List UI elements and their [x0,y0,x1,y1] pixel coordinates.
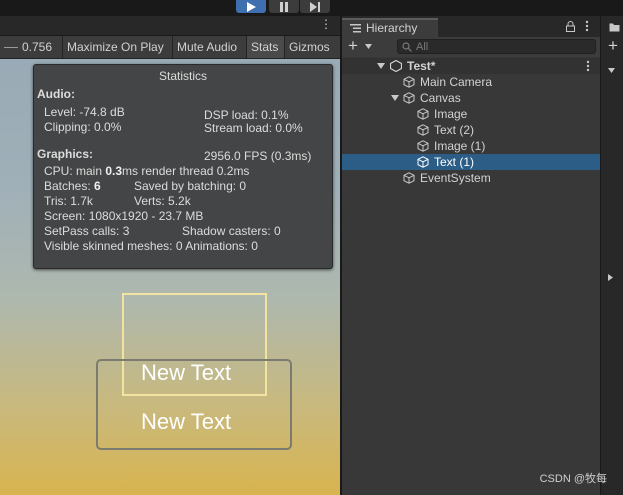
pause-button[interactable] [269,0,299,13]
game-tab-bar: ⋮ [0,16,340,35]
unity-scene-icon [390,60,402,72]
audio-header: Audio: [37,87,75,101]
setpass-calls: SetPass calls: 3 [44,224,130,238]
audio-clipping: Clipping: 0.0% [44,120,122,134]
item-label: Text (2) [434,123,475,137]
scale-value: 0.756 [22,40,53,54]
gameobject-cube-icon [403,172,415,184]
item-label: Image (1) [434,139,486,153]
canvas-new-text: New Text [141,409,232,434]
gameobject-cube-icon [417,156,429,168]
project-panel-edge: + [600,16,623,495]
item-label: Text (1) [434,155,475,169]
watermark: CSDN @牧每 [539,473,607,485]
lock-icon[interactable] [566,21,575,32]
hierarchy-item-image-1[interactable]: Image (1) [342,138,600,154]
audio-level: Level: -74.8 dB [44,105,125,119]
gameobject-cube-icon [403,76,415,88]
stats-button[interactable]: Stats [246,36,284,58]
item-label: EventSystem [420,171,491,185]
gameobject-cube-icon [403,92,415,104]
gameobject-cube-icon [417,108,429,120]
hierarchy-item-main-camera[interactable]: Main Camera [342,74,600,90]
cpu-prefix: CPU: main [44,164,106,178]
hierarchy-item-canvas[interactable]: Canvas [342,90,600,106]
mute-audio-button[interactable]: Mute Audio [172,36,246,58]
tris-stat: Tris: 1.7k [44,194,93,208]
play-icon [247,1,256,12]
hierarchy-item-image[interactable]: Image [342,106,600,122]
hierarchy-item-text-1[interactable]: Text (1) [342,154,600,170]
scene-name: Test* [407,59,436,73]
hierarchy-search-input[interactable]: All [397,39,596,54]
item-label: Image [434,107,468,121]
search-icon [402,42,412,52]
step-icon [310,1,320,12]
saved-by-batching: Saved by batching: 0 [134,179,247,193]
gizmos-button[interactable]: Gizmos [284,36,340,58]
gameobject-cube-icon [417,140,429,152]
search-placeholder: All [416,41,429,53]
expand-arrow-icon[interactable] [608,68,615,73]
play-toolbar [0,0,623,16]
batches-value: 6 [94,179,101,193]
shadow-casters: Shadow casters: 0 [182,224,281,238]
folder-icon[interactable] [609,22,620,32]
expand-arrow-icon[interactable] [377,63,385,69]
canvas-new-text: New Text [141,360,232,385]
item-label: Canvas [420,91,461,105]
verts-stat: Verts: 5.2k [134,194,191,208]
cpu-stats: CPU: main 0.3ms render thread 0.2ms [44,164,249,178]
chevron-down-icon[interactable] [365,44,372,49]
scale-slider[interactable]: 0.756 [0,36,62,58]
list-icon [350,24,361,33]
step-button[interactable] [300,0,330,13]
item-label: Main Camera [420,75,493,89]
stream-load: Stream load: 0.0% [204,121,303,135]
add-icon[interactable]: + [608,36,618,56]
collapse-arrow-icon[interactable] [608,274,613,281]
hierarchy-tab-label: Hierarchy [366,21,418,35]
scale-slider-track [4,47,18,49]
expand-arrow-icon[interactable] [391,95,399,101]
tab-hierarchy[interactable]: Hierarchy [342,18,438,37]
batches-stat: Batches: 6 [44,179,101,193]
graphics-header: Graphics: [37,147,94,161]
game-view-toolbar: 0.756 Maximize On Play Mute Audio Stats … [0,36,340,59]
screen-stat: Screen: 1080x1920 - 23.7 MB [44,209,204,223]
more-menu-icon[interactable] [585,20,589,32]
scene-row[interactable]: Test* [342,58,600,74]
cpu-suffix: ms render thread 0.2ms [122,164,250,178]
hierarchy-tab-bar: Hierarchy [342,16,600,37]
skinned-meshes-stat: Visible skinned meshes: 0 Animations: 0 [44,239,258,253]
statistics-title: Statistics [158,69,207,83]
more-menu-icon[interactable]: ⋮ [320,17,332,31]
fps-value: 2956.0 FPS (0.3ms) [204,149,312,163]
cpu-main-value: 0.3 [105,164,123,178]
hierarchy-item-eventsystem[interactable]: EventSystem [342,170,600,186]
add-button[interactable]: + [348,36,358,56]
batches-label: Batches: [44,179,95,193]
dsp-load: DSP load: 0.1% [204,108,289,122]
more-menu-icon[interactable] [586,60,590,72]
play-button[interactable] [236,0,266,13]
pause-icon [280,1,288,12]
maximize-on-play-button[interactable]: Maximize On Play [62,36,172,58]
gameobject-cube-icon [417,124,429,136]
hierarchy-item-text-2[interactable]: Text (2) [342,122,600,138]
statistics-panel: Statistics Audio: Level: -74.8 dB Clippi… [33,64,333,269]
